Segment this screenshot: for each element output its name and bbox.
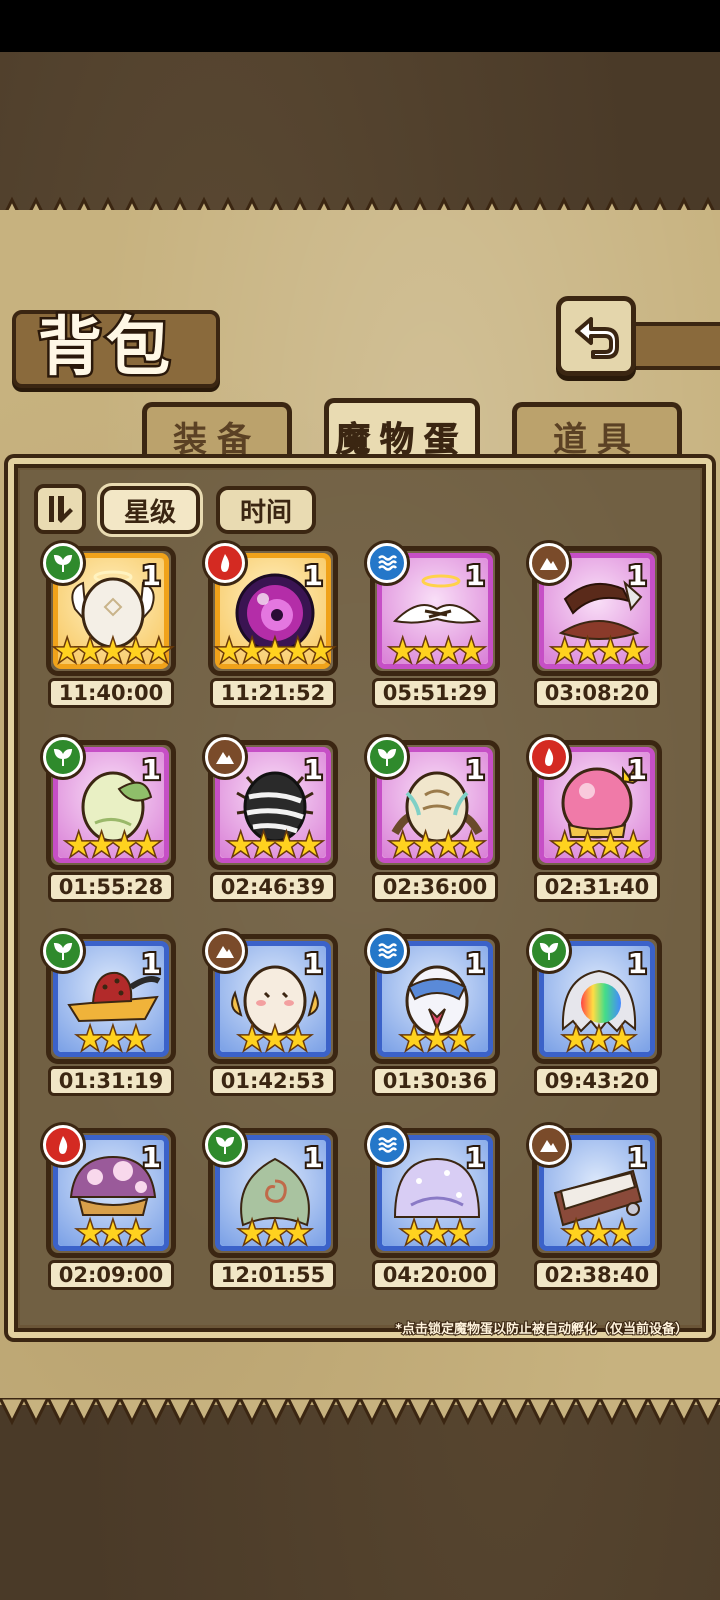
egg-card[interactable]: 1 ★★★ xyxy=(367,1125,500,1258)
earth-element-icon xyxy=(205,931,245,971)
hatch-timer: 02:38:40 xyxy=(534,1260,660,1290)
egg-quantity: 1 xyxy=(625,945,649,982)
star-rating: ★★★★★ xyxy=(214,634,335,669)
torn-edge-bottom xyxy=(0,1398,720,1426)
egg-card[interactable]: 1 ★★★ xyxy=(529,1125,662,1258)
status-bar xyxy=(0,0,720,52)
star-rating: ★★★★ xyxy=(64,828,163,863)
egg-card[interactable]: 1 ★★★ xyxy=(205,931,338,1064)
egg-card[interactable]: 1 ★★★★ xyxy=(367,543,500,676)
back-button[interactable] xyxy=(556,296,636,376)
egg-card[interactable]: 1 ★★★★ xyxy=(43,737,176,870)
hatch-timer: 11:21:52 xyxy=(210,678,336,708)
egg-quantity: 1 xyxy=(301,557,325,594)
hatch-timer: 02:09:00 xyxy=(48,1260,174,1290)
egg-card[interactable]: 1 ★★★★★ xyxy=(205,543,338,676)
grass-element-icon xyxy=(367,737,407,777)
grass-element-icon xyxy=(43,737,83,777)
egg-quantity: 1 xyxy=(139,1139,163,1176)
hatch-timer: 05:51:29 xyxy=(372,678,498,708)
tab-equipment[interactable]: 装备 xyxy=(142,402,292,466)
star-rating: ★★★ xyxy=(237,1022,313,1057)
hatch-timer: 03:08:20 xyxy=(534,678,660,708)
earth-element-icon xyxy=(529,1125,569,1165)
egg-card[interactable]: 1 ★★★★ xyxy=(529,737,662,870)
star-rating: ★★★ xyxy=(399,1216,475,1251)
hatch-timer: 01:42:53 xyxy=(210,1066,336,1096)
back-arrow-icon xyxy=(575,317,619,359)
egg-quantity: 1 xyxy=(463,557,487,594)
star-rating: ★★★ xyxy=(399,1022,475,1057)
grass-element-icon xyxy=(205,1125,245,1165)
egg-quantity: 1 xyxy=(463,1139,487,1176)
egg-quantity: 1 xyxy=(301,751,325,788)
water-element-icon xyxy=(367,543,407,583)
hatch-timer: 02:46:39 xyxy=(210,872,336,902)
earth-element-icon xyxy=(205,737,245,777)
egg-quantity: 1 xyxy=(625,1139,649,1176)
hatch-timer: 02:31:40 xyxy=(534,872,660,902)
egg-quantity: 1 xyxy=(625,751,649,788)
water-element-icon xyxy=(367,1125,407,1165)
egg-card[interactable]: 1 ★★★ xyxy=(367,931,500,1064)
earth-element-icon xyxy=(529,543,569,583)
star-rating: ★★★★ xyxy=(226,828,325,863)
egg-quantity: 1 xyxy=(625,557,649,594)
filter-star-rank-button[interactable]: 星级 xyxy=(100,486,200,534)
egg-card[interactable]: 1 ★★★ xyxy=(529,931,662,1064)
hatch-timer: 02:36:00 xyxy=(372,872,498,902)
egg-quantity: 1 xyxy=(301,1139,325,1176)
sort-order-toggle[interactable] xyxy=(34,484,86,534)
egg-card[interactable]: 1 ★★★★ xyxy=(367,737,500,870)
egg-quantity: 1 xyxy=(463,751,487,788)
tab-monster-eggs-label: 魔物蛋 xyxy=(336,420,468,461)
hatch-timer: 01:55:28 xyxy=(48,872,174,902)
star-rating: ★★★★ xyxy=(388,828,487,863)
egg-card[interactable]: 1 ★★★ xyxy=(205,1125,338,1258)
hatch-timer: 12:01:55 xyxy=(210,1260,336,1290)
egg-quantity: 1 xyxy=(301,945,325,982)
water-element-icon xyxy=(367,931,407,971)
tab-items-label: 道具 xyxy=(553,420,641,460)
hatch-timer: 01:30:36 xyxy=(372,1066,498,1096)
star-rating: ★★★ xyxy=(75,1022,151,1057)
fire-element-icon xyxy=(529,737,569,777)
egg-card[interactable]: 1 ★★★ xyxy=(43,1125,176,1258)
fire-element-icon xyxy=(43,1125,83,1165)
lock-hint-note: *点击锁定魔物蛋以防止被自动孵化（仅当前设备） xyxy=(394,1321,689,1338)
star-rating: ★★★★ xyxy=(550,634,649,669)
egg-quantity: 1 xyxy=(463,945,487,982)
egg-quantity: 1 xyxy=(139,945,163,982)
egg-card[interactable]: 1 ★★★★ xyxy=(205,737,338,870)
egg-quantity: 1 xyxy=(139,751,163,788)
sort-order-icon xyxy=(49,496,73,523)
star-rating: ★★★ xyxy=(561,1216,637,1251)
fire-element-icon xyxy=(205,543,245,583)
page-title: 背包 xyxy=(36,309,174,388)
hatch-timer: 11:40:00 xyxy=(48,678,174,708)
back-rail xyxy=(636,322,720,370)
egg-card[interactable]: 1 ★★★★★ xyxy=(43,543,176,676)
hatch-timer: 04:20:00 xyxy=(372,1260,498,1290)
star-rating: ★★★★ xyxy=(550,828,649,863)
egg-quantity: 1 xyxy=(139,557,163,594)
grass-element-icon xyxy=(43,931,83,971)
tab-items[interactable]: 道具 xyxy=(512,402,682,466)
star-rating: ★★★ xyxy=(561,1022,637,1057)
hatch-timer: 01:31:19 xyxy=(48,1066,174,1096)
egg-card[interactable]: 1 ★★★ xyxy=(43,931,176,1064)
egg-card[interactable]: 1 ★★★★ xyxy=(529,543,662,676)
grass-element-icon xyxy=(43,543,83,583)
hatch-timer: 09:43:20 xyxy=(534,1066,660,1096)
filter-time-button[interactable]: 时间 xyxy=(216,486,316,534)
grass-element-icon xyxy=(529,931,569,971)
star-rating: ★★★★ xyxy=(388,634,487,669)
star-rating: ★★★ xyxy=(75,1216,151,1251)
star-rating: ★★★ xyxy=(237,1216,313,1251)
star-rating: ★★★★★ xyxy=(52,634,173,669)
tab-equipment-label: 装备 xyxy=(173,420,261,460)
